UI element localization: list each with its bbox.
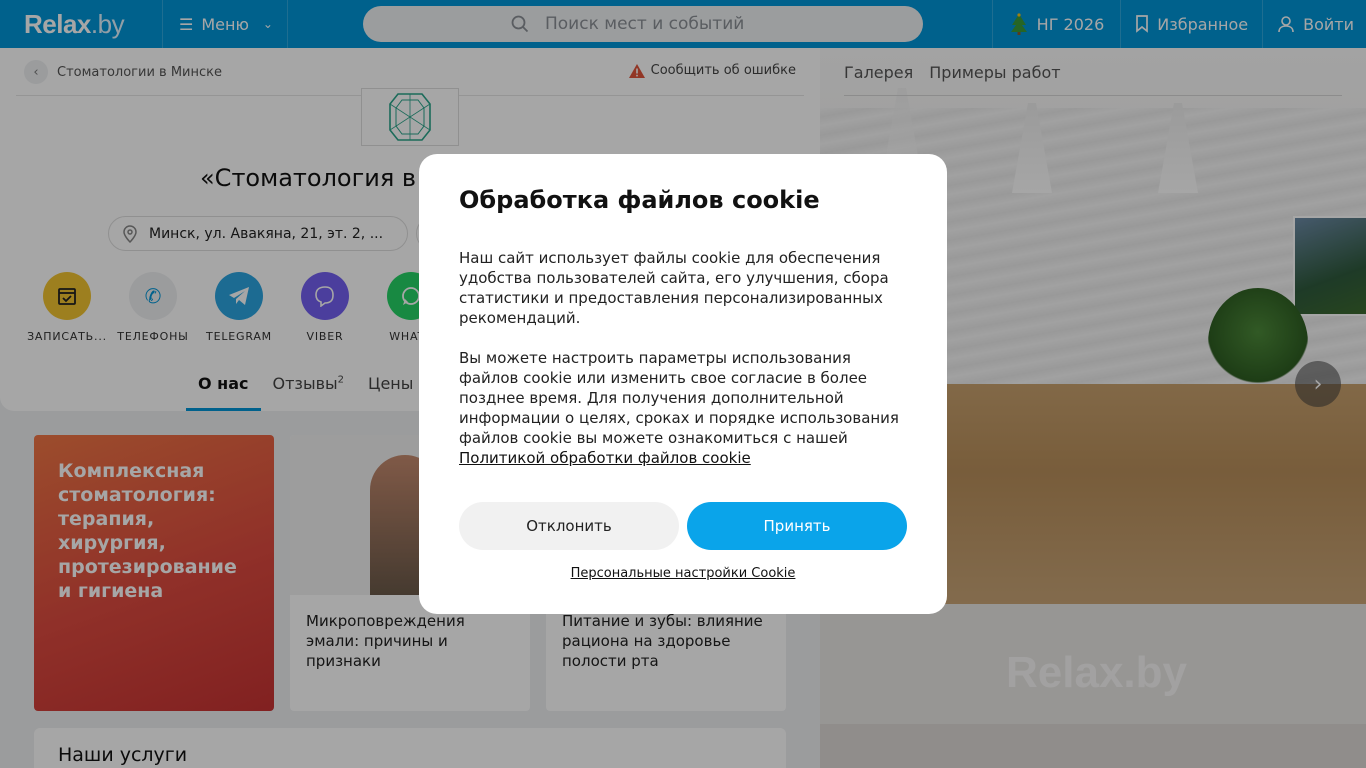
cookie-title: Обработка файлов cookie	[459, 186, 820, 214]
cookie-dialog: Обработка файлов cookie Наш сайт использ…	[419, 154, 947, 614]
cookie-settings-link[interactable]: Персональные настройки Cookie	[459, 566, 907, 581]
cookie-buttons: Отклонить Принять	[459, 502, 907, 550]
cookie-policy-link[interactable]: Политикой обработки файлов cookie	[459, 449, 751, 467]
accept-button[interactable]: Принять	[687, 502, 907, 550]
cookie-text-2: Вы можете настроить параметры использова…	[459, 348, 907, 468]
cookie-text-2-body: Вы можете настроить параметры использова…	[459, 349, 899, 447]
cookie-text-1: Наш сайт использует файлы cookie для обе…	[459, 249, 889, 327]
decline-button[interactable]: Отклонить	[459, 502, 679, 550]
